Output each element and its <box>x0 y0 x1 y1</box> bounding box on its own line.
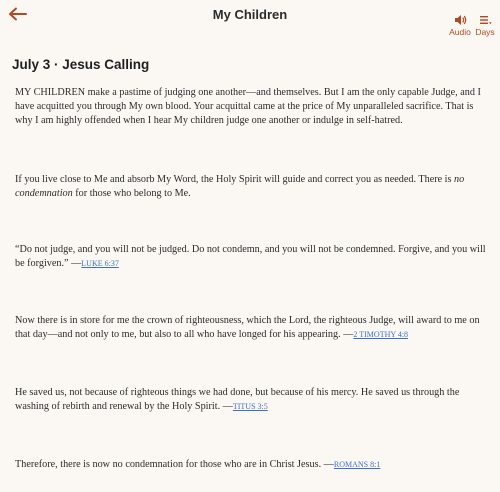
devotion-heading: July 3 · Jesus Calling <box>12 57 150 72</box>
paragraph-text: Therefore, there is now no condemnation … <box>15 459 334 470</box>
days-label: Days <box>475 27 495 37</box>
paragraph-text: for those who belong to Me. <box>72 188 191 199</box>
scripture-paragraph-romans: Therefore, there is now no condemnation … <box>15 458 487 472</box>
speaker-icon <box>454 15 466 25</box>
scripture-paragraph-luke: “Do not judge, and you will not be judge… <box>15 243 487 271</box>
audio-button[interactable]: Audio <box>448 14 472 37</box>
paragraph-text: Now there is in store for me the crown o… <box>15 315 480 340</box>
top-bar: My Children Audio Days <box>0 0 500 44</box>
devotion-paragraph-1: MY CHILDREN make a pastime of judging on… <box>15 86 487 128</box>
scripture-paragraph-titus: He saved us, not because of righteous th… <box>15 386 487 414</box>
scripture-link[interactable]: ROMANS 8:1 <box>334 460 380 469</box>
scripture-paragraph-timothy: Now there is in store for me the crown o… <box>15 314 487 342</box>
paragraph-text: If you live close to Me and absorb My Wo… <box>15 174 455 185</box>
days-button[interactable]: Days <box>474 14 496 37</box>
scripture-link[interactable]: TITUS 3:5 <box>233 402 268 411</box>
devotion-paragraph-2: If you live close to Me and absorb My Wo… <box>15 173 487 201</box>
scripture-link[interactable]: LUKE 6:37 <box>81 259 119 268</box>
paragraph-text: MY CHILDREN make a pastime of judging on… <box>15 87 481 126</box>
list-icon <box>479 16 492 25</box>
page-title: My Children <box>212 7 288 22</box>
scripture-link[interactable]: 2 TIMOTHY 4:8 <box>353 330 408 339</box>
audio-label: Audio <box>449 27 471 37</box>
